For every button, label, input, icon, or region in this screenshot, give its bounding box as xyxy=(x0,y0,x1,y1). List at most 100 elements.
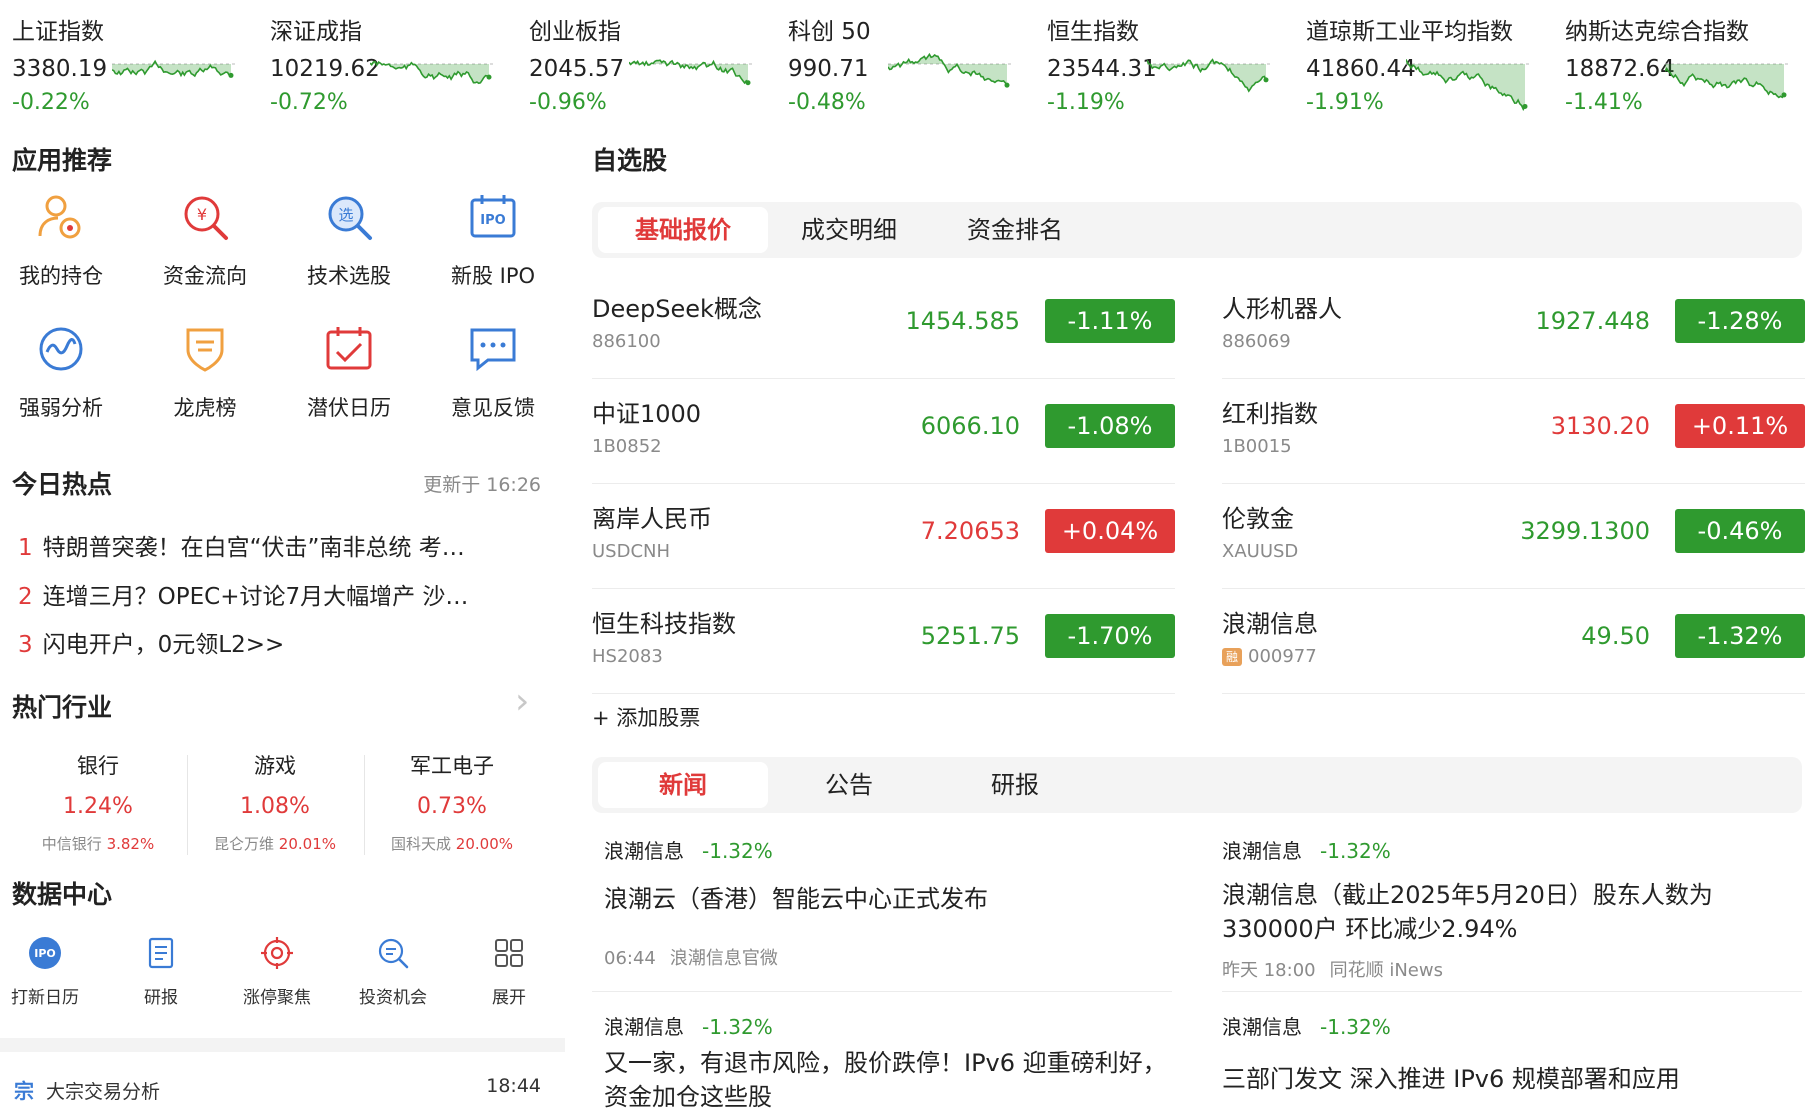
ticker-value: 41860.44 xyxy=(1306,56,1416,82)
industry-leader: 中信银行 3.82% xyxy=(8,833,188,854)
change-badge: +0.04% xyxy=(1045,509,1175,553)
data-research[interactable]: 研报 xyxy=(103,935,219,1008)
sparkline-chart xyxy=(1147,58,1272,93)
leader-pct: 20.01% xyxy=(278,835,336,853)
ticker-chinext[interactable]: 创业板指 2045.57 -0.96% xyxy=(517,8,775,120)
watchlist-row[interactable]: 人形机器人 886069 1927.448 -1.28% xyxy=(1222,275,1805,379)
watchlist-row[interactable]: DeepSeek概念 886100 1454.585 -1.11% xyxy=(592,275,1175,379)
ticker-sse[interactable]: 上证指数 3380.19 -0.22% xyxy=(0,8,258,120)
stock-code: 1B0015 xyxy=(1222,436,1292,457)
watchlist-row[interactable]: 离岸人民币 USDCNH 7.20653 +0.04% xyxy=(592,485,1175,589)
divider xyxy=(592,991,1172,992)
app-feedback[interactable]: 意见反馈 xyxy=(422,322,564,432)
ticker-change: -0.72% xyxy=(270,90,348,115)
industry-item[interactable]: 游戏 1.08% 昆仑万维 20.01% xyxy=(185,750,365,870)
svg-text:IPO: IPO xyxy=(480,213,505,228)
leader-pct: 20.00% xyxy=(455,835,513,853)
tab-news[interactable]: 新闻 xyxy=(598,762,768,808)
sparkline-area xyxy=(1406,59,1525,110)
bulk-trade-row[interactable]: 宗大宗交易分析 18:44 xyxy=(14,1075,541,1104)
app-money-flow[interactable]: ¥ 资金流向 xyxy=(134,190,276,300)
bulk-label: 大宗交易分析 xyxy=(46,1081,161,1103)
hot-title: 今日热点 xyxy=(12,470,113,499)
hot-text: 闪电开户，0元领L2>> xyxy=(42,632,285,658)
news-title: 又一家，有退市风险，股价跌停！IPv6 迎重磅利好，资金加仓这些股 xyxy=(604,1049,1167,1111)
change-badge: -1.08% xyxy=(1045,404,1175,448)
data-center-title: 数据中心 xyxy=(12,880,113,909)
stock-code: HS2083 xyxy=(592,646,663,667)
section-separator xyxy=(0,1038,565,1052)
sparkline-area xyxy=(1665,64,1784,98)
data-ipo-calendar[interactable]: IPO 打新日历 xyxy=(0,935,103,1008)
leader-name: 昆仑万维 xyxy=(214,835,275,853)
ticker-szse[interactable]: 深证成指 10219.62 -0.72% xyxy=(258,8,516,120)
news-tabs: 新闻 公告 研报 xyxy=(592,757,1802,813)
ticker-name: 深证成指 xyxy=(270,19,362,45)
industry-item[interactable]: 军工电子 0.73% 国科天成 20.00% xyxy=(362,750,542,870)
sparkline-last-point xyxy=(228,72,234,78)
app-new-ipo[interactable]: IPO 新股 IPO xyxy=(422,190,564,300)
stock-code-text: 000977 xyxy=(1248,646,1317,667)
watchlist-row[interactable]: 恒生科技指数 HS2083 5251.75 -1.70% xyxy=(592,590,1175,694)
app-latent-calendar[interactable]: 潜伏日历 xyxy=(278,322,420,432)
grid-icon xyxy=(495,939,523,967)
app-my-holdings[interactable]: 我的持仓 xyxy=(0,190,132,300)
app-dragon-tiger[interactable]: 龙虎榜 xyxy=(134,322,276,432)
ticker-hsi[interactable]: 恒生指数 23544.31 -1.19% xyxy=(1035,8,1293,120)
ticker-value: 990.71 xyxy=(788,56,869,82)
app-label: 新股 IPO xyxy=(450,264,536,288)
sparkline-last-point xyxy=(1781,92,1787,98)
ticker-dow[interactable]: 道琼斯工业平均指数 41860.44 -1.91% xyxy=(1294,8,1552,120)
stock-code: 886069 xyxy=(1222,331,1291,352)
sparkline-last-point xyxy=(1263,77,1269,83)
hot-news-item[interactable]: 2 连增三月？OPEC+讨论7月大幅增产 沙… xyxy=(18,577,538,611)
app-label: 强弱分析 xyxy=(19,396,103,420)
hot-news-item[interactable]: 3 闪电开户，0元领L2>> xyxy=(18,625,538,659)
news-source: 浪潮信息官微 xyxy=(669,948,778,969)
index-ticker-strip: 上证指数 3380.19 -0.22% 深证成指 10219.62 -0.72%… xyxy=(0,0,1816,125)
bulk-time: 18:44 xyxy=(486,1075,541,1097)
data-expand[interactable]: 展开 xyxy=(451,935,567,1008)
hot-news-item[interactable]: 1 特朗普突袭！在白宫“伏击”南非总统 考… xyxy=(18,528,538,562)
data-opportunity[interactable]: 投资机会 xyxy=(335,935,451,1008)
ticker-nasdaq[interactable]: 纳斯达克综合指数 18872.64 -1.41% xyxy=(1553,8,1811,120)
report-icon xyxy=(148,937,174,969)
sparkline-last-point xyxy=(486,74,492,80)
data-label: 投资机会 xyxy=(359,988,427,1008)
tab-trade-detail[interactable]: 成交明细 xyxy=(764,207,934,253)
news-stock: 浪潮信息 -1.32% xyxy=(1222,835,1802,864)
ticker-star50[interactable]: 科创 50 990.71 -0.48% xyxy=(776,8,1034,120)
news-card[interactable]: 浪潮信息 -1.32% 三部门发文 深入推进 IPv6 规模部署和应用 xyxy=(1222,1011,1802,1096)
sparkline-chart xyxy=(112,59,237,78)
svg-text:IPO: IPO xyxy=(34,947,56,960)
tab-announcement[interactable]: 公告 xyxy=(764,762,934,808)
watchlist-row[interactable]: 中证1000 1B0852 6066.10 -1.08% xyxy=(592,380,1175,484)
tab-basic-quote[interactable]: 基础报价 xyxy=(598,207,768,253)
news-card[interactable]: 浪潮信息 -1.32% 又一家，有退市风险，股价跌停！IPv6 迎重磅利好，资金加… xyxy=(604,1011,1184,1114)
tab-fund-rank[interactable]: 资金排名 xyxy=(930,207,1100,253)
news-card[interactable]: 浪潮信息 -1.32% 浪潮信息（截止2025年5月20日）股东人数为330000… xyxy=(1222,835,1802,982)
news-stock-name: 浪潮信息 xyxy=(1222,1015,1302,1039)
ticker-name: 纳斯达克综合指数 xyxy=(1565,19,1749,45)
news-time: 昨天 18:00 xyxy=(1222,960,1316,981)
chevron-right-icon[interactable]: › xyxy=(515,681,529,722)
stock-price: 3299.1300 xyxy=(1520,517,1650,545)
watchlist-row[interactable]: 伦敦金 XAUUSD 3299.1300 -0.46% xyxy=(1222,485,1805,589)
watchlist-row[interactable]: 红利指数 1B0015 3130.20 +0.11% xyxy=(1222,380,1805,484)
app-label: 意见反馈 xyxy=(451,396,535,420)
target-icon xyxy=(261,937,293,969)
app-strength-analysis[interactable]: 强弱分析 xyxy=(0,322,132,432)
add-stock-button[interactable]: + 添加股票 xyxy=(592,702,700,732)
stock-code: XAUUSD xyxy=(1222,541,1299,562)
news-card[interactable]: 浪潮信息 -1.32% 浪潮云（香港）智能云中心正式发布 06:44 浪潮信息官微 xyxy=(604,835,1184,970)
tab-research[interactable]: 研报 xyxy=(930,762,1100,808)
watchlist-row[interactable]: 浪潮信息 融 000977 49.50 -1.32% xyxy=(1222,590,1805,694)
ticker-value: 10219.62 xyxy=(270,56,380,82)
data-limit-up[interactable]: 涨停聚焦 xyxy=(219,935,335,1008)
hot-text: 特朗普突袭！在白宫“伏击”南非总统 考… xyxy=(42,535,465,561)
stock-price: 3130.20 xyxy=(1550,412,1650,440)
hot-rank: 1 xyxy=(18,535,33,561)
industry-item[interactable]: 银行 1.24% 中信银行 3.82% xyxy=(8,750,188,870)
app-tech-picker[interactable]: 选 技术选股 xyxy=(278,190,420,300)
news-stock: 浪潮信息 -1.32% xyxy=(1222,1011,1802,1040)
